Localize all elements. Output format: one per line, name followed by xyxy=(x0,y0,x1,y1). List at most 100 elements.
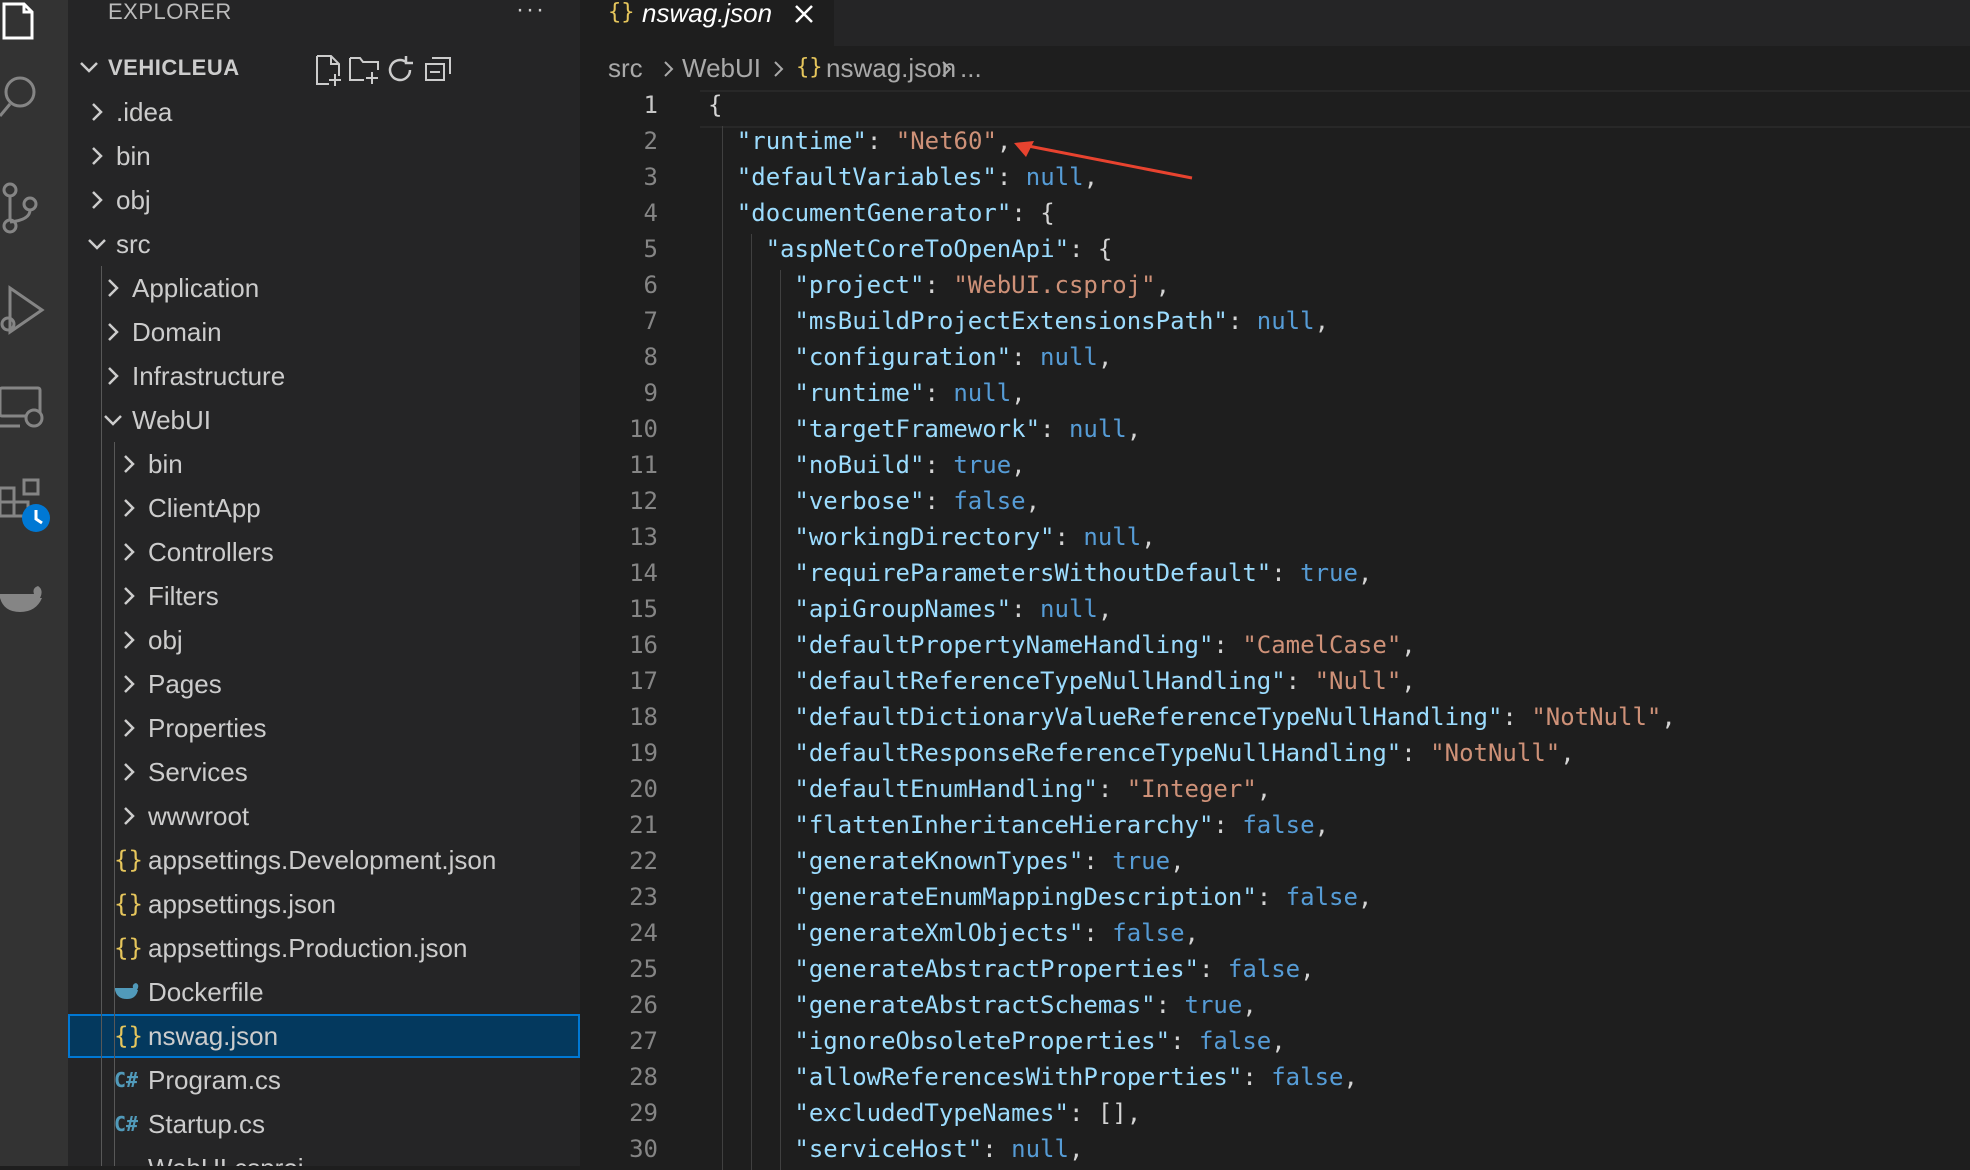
tab-nswag-json[interactable]: {} nswag.json xyxy=(580,0,834,46)
json-file-icon: {} xyxy=(114,890,143,918)
tree-item-nswag-json[interactable]: {} nswag.json xyxy=(68,1014,580,1058)
tree-item-label: Startup.cs xyxy=(148,1109,266,1139)
tree-item-appsettings-production-json[interactable]: {} appsettings.Production.json xyxy=(68,926,580,970)
tree-item-bin[interactable]: bin xyxy=(68,134,580,178)
tree-item-obj[interactable]: obj xyxy=(68,178,580,222)
tree-item-appsettings-development-json[interactable]: {} appsettings.Development.json xyxy=(68,838,580,882)
breadcrumb-more[interactable]: ... xyxy=(960,46,982,90)
tree-item-dockerfile[interactable]: Dockerfile xyxy=(68,970,580,1014)
code-text: "targetFramework": null, xyxy=(794,411,1141,447)
json-key: "defaultReferenceTypeNullHandling" xyxy=(794,667,1286,695)
json-literal: false xyxy=(1242,811,1315,839)
json-string: "NotNull" xyxy=(1430,739,1561,767)
chevron-right-icon xyxy=(92,147,103,165)
code-text: "apiGroupNames": null, xyxy=(794,591,1112,627)
more-actions-icon[interactable]: ··· xyxy=(516,0,546,22)
json-string: "WebUI.csproj" xyxy=(953,271,1156,299)
tree-item-obj[interactable]: obj xyxy=(68,618,580,662)
breadcrumb-nswag-json[interactable]: nswag.json xyxy=(826,46,956,90)
code-line: 24 "generateXmlObjects": false, xyxy=(580,915,1970,951)
json-punctuation: { xyxy=(708,91,723,119)
collapse-all-icon[interactable] xyxy=(422,54,454,86)
tree-item-application[interactable]: Application xyxy=(68,266,580,310)
json-key: "generateEnumMappingDescription" xyxy=(794,883,1257,911)
tree-item-domain[interactable]: Domain xyxy=(68,310,580,354)
explorer-title: EXPLORER xyxy=(108,0,232,24)
chevron-right-icon xyxy=(124,455,135,473)
tree-item-label: WebUI.csproj xyxy=(148,1146,304,1166)
tree-item-infrastructure[interactable]: Infrastructure xyxy=(68,354,580,398)
tree-item-wwwroot[interactable]: wwwroot xyxy=(68,794,580,838)
code-text: "generateXmlObjects": false, xyxy=(794,915,1199,951)
code-line: 8 "configuration": null, xyxy=(580,339,1970,375)
json-punctuation: : xyxy=(1213,631,1243,659)
json-string: "CamelCase" xyxy=(1242,631,1402,659)
tree-item-bin[interactable]: bin xyxy=(68,442,580,486)
chevron-right-icon xyxy=(124,631,135,649)
remote-explorer-icon[interactable] xyxy=(0,380,68,440)
tree-item-services[interactable]: Services xyxy=(68,750,580,794)
tree-item-label: obj xyxy=(148,625,183,655)
indent-guide xyxy=(780,270,781,1170)
run-debug-icon[interactable] xyxy=(0,280,68,340)
tree-item-appsettings-json[interactable]: {} appsettings.json xyxy=(68,882,580,926)
tree-item-label: appsettings.json xyxy=(148,889,336,919)
tree-item-startup-cs[interactable]: C# Startup.cs xyxy=(68,1102,580,1146)
chevron-right-icon xyxy=(124,675,135,693)
docker-icon[interactable] xyxy=(0,570,68,630)
code-line: 23 "generateEnumMappingDescription": fals… xyxy=(580,879,1970,915)
code-line: 18 "defaultDictionaryValueReferenceTypeNu… xyxy=(580,699,1970,735)
json-punctuation: : xyxy=(1227,307,1257,335)
json-punctuation: , xyxy=(1560,739,1575,767)
code-line: 15 "apiGroupNames": null, xyxy=(580,591,1970,627)
xml-file-icon xyxy=(114,1146,140,1166)
workspace-header[interactable]: VEHICLEUA xyxy=(68,46,580,90)
files-icon[interactable] xyxy=(0,0,68,60)
json-punctuation: , xyxy=(1141,523,1156,551)
indent-guide xyxy=(751,234,753,1170)
refresh-icon[interactable] xyxy=(384,54,416,86)
code-editor[interactable]: 1{2 "runtime": "Net60", 3 "defaultVariables… xyxy=(580,90,1970,1170)
new-file-icon[interactable] xyxy=(313,54,345,86)
tree-item-program-cs[interactable]: C# Program.cs xyxy=(68,1058,580,1102)
line-number: 4 xyxy=(643,199,658,227)
extensions-icon[interactable] xyxy=(0,474,68,534)
json-key: "verbose" xyxy=(794,487,925,515)
docker-file-icon xyxy=(114,970,142,1016)
json-literal: null xyxy=(1068,415,1127,443)
json-punctuation: , xyxy=(1401,631,1416,659)
tree-item-clientapp[interactable]: ClientApp xyxy=(68,486,580,530)
close-icon[interactable] xyxy=(792,2,816,26)
code-line: 12 "verbose": false, xyxy=(580,483,1970,519)
tree-item-properties[interactable]: Properties xyxy=(68,706,580,750)
tree-item-pages[interactable]: Pages xyxy=(68,662,580,706)
json-punctuation: : xyxy=(1040,415,1069,443)
tree-item-webui-csproj[interactable]: WebUI.csproj xyxy=(68,1146,580,1166)
new-folder-icon[interactable] xyxy=(348,54,380,86)
tree-item-controllers[interactable]: Controllers xyxy=(68,530,580,574)
breadcrumb-webui[interactable]: WebUI xyxy=(682,46,761,90)
code-line: 17 "defaultReferenceTypeNullHandling": "N… xyxy=(580,663,1970,699)
code-text: "defaultPropertyNameHandling": "CamelCas… xyxy=(794,627,1415,663)
json-string: "Net60" xyxy=(895,127,997,155)
code-text: "generateAbstractProperties": false, xyxy=(794,951,1314,987)
json-key: "defaultVariables" xyxy=(736,163,997,191)
line-number: 12 xyxy=(629,487,658,515)
chevron-right-icon xyxy=(92,103,103,121)
search-icon[interactable] xyxy=(0,70,68,130)
tree-item-filters[interactable]: Filters xyxy=(68,574,580,618)
tree-item-src[interactable]: src xyxy=(68,222,580,266)
json-key: "generateKnownTypes" xyxy=(794,847,1084,875)
line-number: 24 xyxy=(629,919,658,947)
line-number: 26 xyxy=(629,991,658,1019)
line-number: 19 xyxy=(629,739,658,767)
line-number: 16 xyxy=(629,631,658,659)
tree-item--idea[interactable]: .idea xyxy=(68,90,580,134)
json-key: "ignoreObsoleteProperties" xyxy=(794,1027,1171,1055)
tree-item-webui[interactable]: WebUI xyxy=(68,398,580,442)
json-literal: true xyxy=(1112,847,1171,875)
tree-item-label: bin xyxy=(148,449,183,479)
json-punctuation: : xyxy=(1256,883,1286,911)
breadcrumb-src[interactable]: src xyxy=(608,46,643,90)
source-control-icon[interactable] xyxy=(0,180,68,240)
